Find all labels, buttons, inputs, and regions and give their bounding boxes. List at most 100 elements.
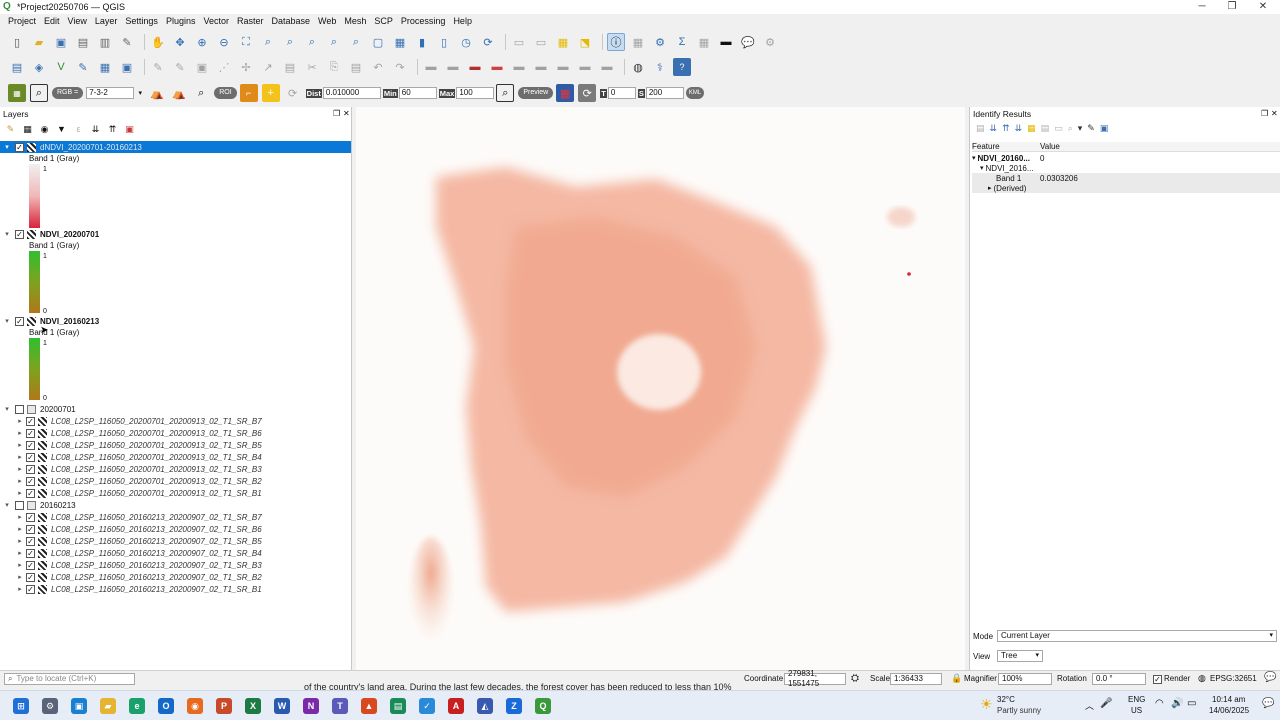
print-layout-icon[interactable]: ▤	[74, 33, 92, 51]
teams-app-icon[interactable]: T	[332, 698, 348, 714]
clear-results-icon[interactable]: ▭	[1054, 123, 1063, 134]
local-std-stretch-icon[interactable]: ⛺	[170, 84, 188, 102]
wifi-icon[interactable]: ◠	[1155, 698, 1164, 709]
messages-icon[interactable]: 💬	[1264, 672, 1276, 683]
roi-label[interactable]: ROI	[214, 87, 237, 99]
magnifier-field[interactable]: 100%	[998, 673, 1052, 685]
move-label-icon[interactable]: ▬	[510, 58, 528, 76]
expand-arrow-icon[interactable]: ▸	[16, 561, 24, 569]
identify-features-icon[interactable]: ⓘ	[607, 33, 625, 51]
min-field[interactable]: 60	[398, 87, 437, 99]
copilot-app-icon[interactable]: ◭	[477, 698, 493, 714]
layer-visibility-checkbox[interactable]: ✓	[26, 560, 35, 570]
new-project-icon[interactable]: ▯	[8, 33, 26, 51]
group-layer-row[interactable]: ▸ ✓ LC08_L2SP_116050_20160213_20200907_02_…	[0, 547, 262, 559]
microphone-icon[interactable]: 🎤	[1100, 698, 1112, 709]
map-canvas[interactable]	[356, 107, 965, 670]
zoom-next-icon[interactable]: ⌕	[347, 33, 365, 51]
group-layer-row[interactable]: ▸ ✓ LC08_L2SP_116050_20200701_20200913_02_…	[0, 439, 262, 451]
layer-visibility-checkbox[interactable]: ✓	[26, 464, 35, 474]
map-tips-icon[interactable]: 💬	[739, 33, 757, 51]
powerpoint-app-icon[interactable]: P	[216, 698, 232, 714]
copy-features-icon[interactable]: ⎘	[325, 58, 343, 76]
layer-visibility-checkbox[interactable]: ✓	[15, 142, 24, 152]
layer-visibility-checkbox[interactable]: ✓	[26, 548, 35, 558]
group-layer-row[interactable]: ▸ ✓ LC08_L2SP_116050_20200701_20200913_02_…	[0, 415, 262, 427]
layer-visibility-checkbox[interactable]: ✓	[26, 524, 35, 534]
expand-arrow-icon[interactable]: ▸	[16, 465, 24, 473]
group-layer-row[interactable]: ▸ ✓ LC08_L2SP_116050_20200701_20200913_02_…	[0, 463, 262, 475]
crs-button[interactable]: EPSG:32651	[1210, 674, 1257, 683]
new-3d-view-icon[interactable]: ▦	[391, 33, 409, 51]
label-properties-icon[interactable]: ▬	[576, 58, 594, 76]
view-select[interactable]: Tree ▾	[997, 650, 1043, 662]
rgb-dropdown-icon[interactable]: ▾	[136, 84, 144, 102]
highlight-label-icon[interactable]: ▬	[466, 58, 484, 76]
close-panel-icon[interactable]: ✕	[343, 109, 350, 118]
word-app-icon[interactable]: W	[274, 698, 290, 714]
expand-all-icon[interactable]: ⇊	[89, 123, 102, 135]
help-icon[interactable]: ▣	[1100, 123, 1109, 134]
toolbox-icon[interactable]: ⚙	[651, 33, 669, 51]
photos-app-icon[interactable]: ▣	[71, 698, 87, 714]
digitize-icon[interactable]: ✎	[74, 58, 92, 76]
lock-scale-icon[interactable]: 🔒	[951, 673, 962, 684]
layer-visibility-checkbox[interactable]: ✓	[26, 584, 35, 594]
group-layer-row[interactable]: ▸ ✓ LC08_L2SP_116050_20160213_20200907_02_…	[0, 535, 262, 547]
zoom-input-image-icon[interactable]: ⌕	[30, 84, 48, 102]
group-visibility-checkbox[interactable]	[15, 500, 24, 510]
zoom-roi-icon[interactable]: ⌕	[192, 84, 210, 102]
delete-selected-icon[interactable]: ▤	[281, 58, 299, 76]
collapse-arrow-icon[interactable]: ▾	[980, 164, 984, 172]
group-layer-row[interactable]: ▸ ✓ LC08_L2SP_116050_20160213_20200907_02_…	[0, 559, 262, 571]
collapse-arrow-icon[interactable]: ▾	[3, 230, 11, 238]
settings-app-icon[interactable]: ⚙	[42, 698, 58, 714]
select-features-icon[interactable]: ▭	[510, 33, 528, 51]
group-layer-row[interactable]: ▸ ✓ LC08_L2SP_116050_20200701_20200913_02_…	[0, 451, 262, 463]
menu-vector[interactable]: Vector	[199, 16, 233, 26]
expand-arrow-icon[interactable]: ▸	[16, 585, 24, 593]
add-virtual-layer-icon[interactable]: ▣	[118, 58, 136, 76]
file-explorer-icon[interactable]: ▰	[100, 698, 116, 714]
expand-arrow-icon[interactable]: ▸	[16, 441, 24, 449]
menu-scp[interactable]: SCP	[370, 16, 397, 26]
new-map-view-icon[interactable]: ▢	[369, 33, 387, 51]
identify-row-sublayer[interactable]: ▾ NDVI_2016...	[972, 163, 1280, 173]
menu-view[interactable]: View	[64, 16, 91, 26]
current-edits-icon[interactable]: ✎	[149, 58, 167, 76]
zoom-last-icon[interactable]: ⌕	[325, 33, 343, 51]
menu-mesh[interactable]: Mesh	[340, 16, 370, 26]
add-raster-icon[interactable]: ▦	[96, 58, 114, 76]
float-panel-icon[interactable]: ❐	[333, 109, 340, 118]
language-top[interactable]: ENG	[1128, 695, 1145, 704]
pan-to-selection-icon[interactable]: ✥	[171, 33, 189, 51]
kml-button[interactable]: KML	[685, 87, 705, 99]
float-panel-icon[interactable]: ❐	[1261, 109, 1268, 118]
menu-settings[interactable]: Settings	[121, 16, 162, 26]
zoom-preview-icon[interactable]: ⌕	[496, 84, 515, 102]
add-group-icon[interactable]: ▦	[21, 123, 34, 135]
zoom-out-icon[interactable]: ⊖	[215, 33, 233, 51]
redo-roi-icon[interactable]: ⟳	[284, 84, 302, 102]
deselect-icon[interactable]: ▦	[554, 33, 572, 51]
zoom-in-icon[interactable]: ⊕	[193, 33, 211, 51]
expand-arrow-icon[interactable]: ▸	[16, 429, 24, 437]
label-tool-icon[interactable]: ▬	[422, 58, 440, 76]
group-row-20200701[interactable]: ▾ 20200701	[0, 403, 76, 415]
temporal-controller-icon[interactable]: ◷	[457, 33, 475, 51]
collapse-arrow-icon[interactable]: ▾	[3, 405, 11, 413]
save-edits-icon[interactable]: ▣	[193, 58, 211, 76]
max-field[interactable]: 100	[456, 87, 495, 99]
mode-select[interactable]: Current Layer ▾	[997, 630, 1277, 642]
show-label-icon[interactable]: ▬	[488, 58, 506, 76]
open-attribute-table-icon[interactable]: ▦	[629, 33, 647, 51]
identify-settings-icon[interactable]: ✎	[1087, 123, 1095, 134]
paste-features-icon[interactable]: ▤	[347, 58, 365, 76]
preview-button[interactable]: Preview	[518, 87, 554, 99]
layer-visibility-checkbox[interactable]: ✓	[26, 488, 35, 498]
minimize-button[interactable]: ─	[1187, 0, 1217, 14]
collapse-all-icon[interactable]: ⇈	[1002, 123, 1010, 134]
toggle-extents-icon[interactable]: ⛭	[851, 673, 859, 684]
notifications-icon[interactable]: 💬	[1262, 698, 1274, 709]
zoom-feature-icon[interactable]: ⌕	[1068, 123, 1073, 134]
